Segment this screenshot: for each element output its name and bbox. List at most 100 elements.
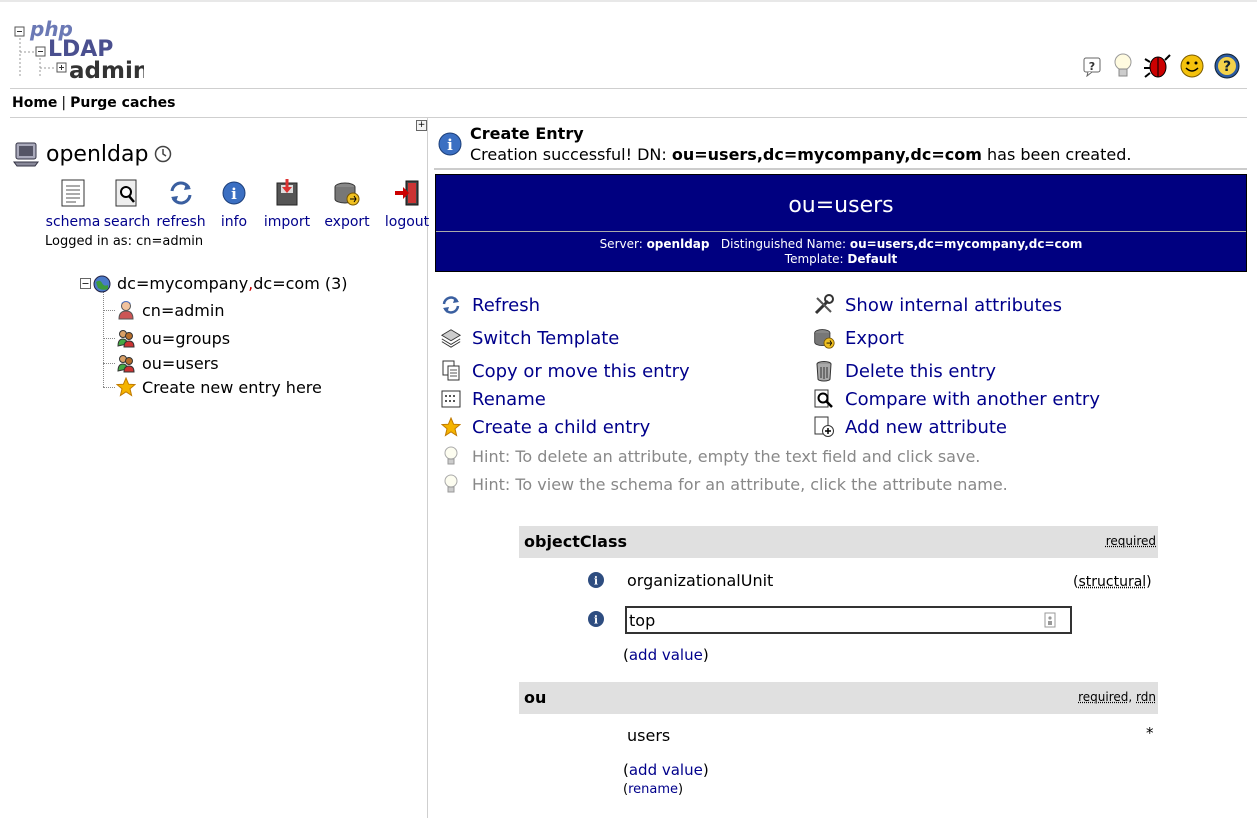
tree-item-ou-users[interactable]: ou=users (116, 353, 219, 373)
purge-caches-link[interactable]: Purge caches (70, 95, 175, 111)
delete-link: Delete this entry (845, 360, 997, 382)
search-label: search (103, 214, 151, 230)
rename-action[interactable]: Rename (440, 388, 546, 410)
tools-icon (814, 294, 834, 315)
user-icon (118, 301, 134, 320)
info-icon[interactable]: i (587, 571, 605, 589)
search-icon (115, 179, 137, 207)
export-icon (334, 182, 360, 206)
tree-root-label[interactable]: dc=mycompany,dc=com (3) (117, 274, 348, 293)
switch-template-action[interactable]: Switch Template (440, 327, 619, 349)
show-internal-action[interactable]: Show internal attributes (813, 294, 1062, 316)
export-tool[interactable]: export (320, 178, 374, 230)
server-name[interactable]: openldap (46, 142, 148, 167)
hint-icon[interactable] (1111, 52, 1135, 80)
rdn-flag: rdn (1136, 690, 1156, 704)
add-value-objectclass: (add value) (623, 646, 709, 664)
hint-text: Hint: To delete an attribute, empty the … (472, 446, 981, 466)
dn-value: ou=users,dc=mycompany,dc=com (849, 237, 1083, 251)
logout-icon (395, 180, 419, 206)
add-attribute-action[interactable]: Add new attribute (813, 416, 1007, 438)
group-icon (117, 330, 135, 348)
lightbulb-icon (444, 446, 458, 465)
home-link[interactable]: Home (12, 95, 57, 111)
svg-text:?: ? (1223, 59, 1231, 75)
create-child-action[interactable]: Create a child entry (440, 416, 650, 438)
objectclass-value-1: organizationalUnit (625, 568, 1065, 594)
clock-icon[interactable] (154, 145, 172, 163)
main-content: i Create Entry Creation successful! DN: … (430, 118, 1257, 818)
tree-item-label: ou=groups (142, 328, 231, 348)
input-widget-icon[interactable] (1044, 612, 1056, 628)
server-icon (13, 142, 39, 167)
refresh-label: refresh (156, 214, 206, 230)
attribute-name[interactable]: objectClass (524, 532, 627, 551)
root-dn-part: dc=mycompany (117, 274, 249, 293)
hint-schema: Hint: To view the schema for an attribut… (440, 473, 1008, 495)
entry-info: Server: openldap Distinguished Name: ou=… (436, 237, 1246, 267)
attribute-header-objectclass: objectClass required (519, 526, 1158, 558)
export-label: export (324, 214, 370, 230)
refresh-action[interactable]: Refresh (440, 294, 540, 316)
compare-action[interactable]: Compare with another entry (813, 388, 1100, 410)
search-tool[interactable]: search (100, 178, 154, 230)
copy-move-link: Copy or move this entry (472, 360, 690, 382)
collapse-button[interactable]: + (416, 120, 427, 131)
objectclass-value-2-input[interactable]: top (625, 606, 1072, 634)
message-title: Create Entry (470, 124, 584, 143)
delete-action[interactable]: Delete this entry (813, 360, 996, 382)
schema-tool[interactable]: schema (46, 178, 100, 230)
logo-graphic: php LDAP admin (14, 17, 149, 84)
ou-value: users (625, 723, 1065, 749)
phpldapadmin-logo[interactable]: php LDAP admin (14, 16, 149, 84)
export-action[interactable]: Export (813, 327, 904, 349)
rdn-marker: * (1146, 724, 1154, 742)
add-value-link[interactable]: add value (629, 761, 703, 779)
logout-tool[interactable]: logout (380, 178, 434, 230)
message-body: Creation successful! DN: ou=users,dc=myc… (470, 145, 1131, 164)
refresh-link: Refresh (472, 294, 540, 316)
flag-separator: , (1128, 690, 1137, 704)
create-child-link: Create a child entry (472, 416, 651, 438)
tree-item-cn-admin[interactable]: cn=admin (116, 300, 224, 320)
server-tools: schema search refresh i info import expo… (46, 178, 434, 230)
tree-item-label: ou=users (142, 353, 219, 373)
collapse-tree-icon[interactable] (80, 278, 91, 289)
top-nav: Home | Purge caches (12, 95, 176, 111)
about-icon[interactable]: ? (1213, 52, 1241, 80)
svg-text:i: i (447, 136, 453, 154)
info-icon: i (222, 181, 246, 205)
schema-icon (61, 179, 85, 207)
compare-icon (814, 389, 833, 408)
tree-item-label: cn=admin (142, 300, 225, 320)
import-icon (276, 179, 298, 206)
attribute-name[interactable]: ou (524, 688, 546, 707)
rename-link: Rename (472, 388, 546, 410)
tree-item-ou-groups[interactable]: ou=groups (116, 328, 230, 348)
info-icon[interactable]: i (587, 610, 605, 628)
rename-icon (441, 390, 461, 408)
info-tool[interactable]: i info (214, 178, 254, 230)
compare-link: Compare with another entry (845, 388, 1100, 410)
switch-template-link: Switch Template (472, 327, 620, 349)
import-tool[interactable]: import (260, 178, 314, 230)
add-value-link[interactable]: add value (629, 646, 703, 664)
refresh-tool[interactable]: refresh (154, 178, 208, 230)
copy-move-action[interactable]: Copy or move this entry (440, 360, 690, 382)
info-icon: i (438, 132, 462, 156)
header-icons: ? ? (1081, 52, 1241, 80)
logout-label: logout (384, 214, 430, 230)
bug-icon[interactable] (1143, 52, 1171, 80)
svg-text:?: ? (1089, 60, 1095, 73)
dn-label: Distinguished Name: (720, 237, 850, 251)
help-icon[interactable]: ? (1081, 55, 1103, 77)
tree-connector (103, 338, 115, 339)
message-prefix: Creation successful! DN: (470, 145, 672, 164)
donate-icon[interactable] (1179, 53, 1205, 79)
add-attribute-icon (814, 416, 834, 437)
nav-separator: | (61, 95, 67, 111)
rename-link[interactable]: rename (628, 782, 678, 797)
template-label: Template: (784, 252, 848, 266)
switch-template-icon (440, 329, 462, 348)
tree-create-entry[interactable]: Create new entry here (116, 377, 322, 397)
